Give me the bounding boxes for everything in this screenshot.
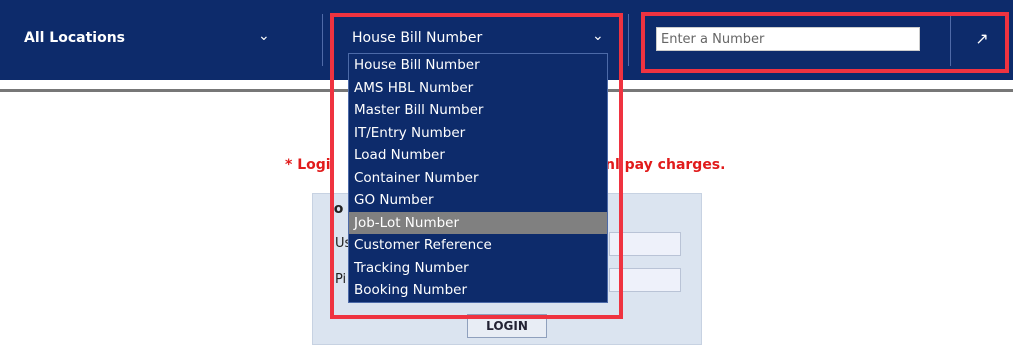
login-notice-left: * Logi	[285, 157, 331, 173]
password-label: Pi	[335, 272, 347, 287]
dropdown-option[interactable]: IT/Entry Number	[349, 122, 607, 145]
login-button[interactable]: LOGIN	[467, 314, 547, 338]
dropdown-option[interactable]: Booking Number	[349, 279, 607, 302]
password-field[interactable]	[609, 268, 681, 292]
dropdown-option[interactable]: Container Number	[349, 167, 607, 190]
username-field[interactable]	[609, 232, 681, 256]
dropdown-option-highlighted[interactable]: Job-Lot Number	[349, 211, 607, 234]
chevron-down-icon[interactable]: ⌄	[592, 28, 604, 44]
login-title: lo	[329, 201, 344, 217]
dropdown-option[interactable]: Load Number	[349, 144, 607, 167]
dropdown-option[interactable]: Customer Reference	[349, 234, 607, 257]
dropdown-option[interactable]: AMS HBL Number	[349, 77, 607, 100]
dropdown-option[interactable]: Tracking Number	[349, 257, 607, 280]
chevron-down-icon[interactable]: ⌄	[258, 28, 270, 44]
dropdown-option[interactable]: Master Bill Number	[349, 99, 607, 122]
arrow-up-right-icon[interactable]: ↗	[969, 27, 995, 51]
divider	[628, 14, 629, 66]
number-input[interactable]	[656, 27, 920, 51]
dropdown-option[interactable]: House Bill Number	[349, 54, 607, 77]
divider	[950, 14, 951, 66]
dropdown-option[interactable]: GO Number	[349, 189, 607, 212]
search-type-select[interactable]: House Bill Number	[352, 30, 482, 46]
location-select[interactable]: All Locations	[24, 30, 125, 46]
login-notice-right: nl pay charges.	[605, 157, 726, 173]
divider	[322, 14, 323, 66]
search-type-dropdown: House Bill Number AMS HBL Number Master …	[348, 53, 608, 303]
